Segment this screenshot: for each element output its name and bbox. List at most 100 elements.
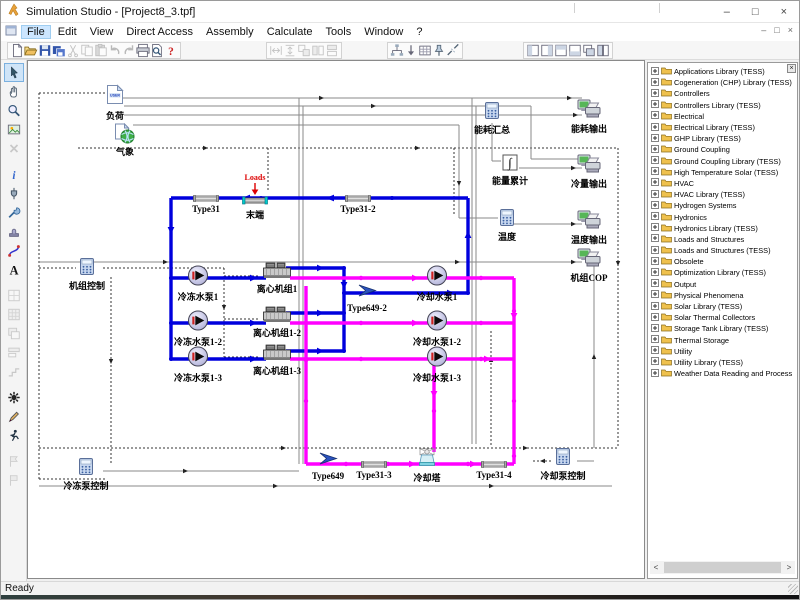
mdi-minimize-button[interactable]: – [761, 25, 766, 35]
same-size-icon[interactable] [297, 43, 311, 58]
probe-icon[interactable] [4, 184, 24, 203]
minimize-button[interactable]: – [724, 6, 730, 18]
node-chw-pump-2[interactable] [188, 310, 209, 336]
tree-item-controllers[interactable]: Controllers [648, 88, 797, 99]
panel-close-icon[interactable]: × [787, 64, 796, 73]
tree-item-storage-tank-library-tess[interactable]: Storage Tank Library (TESS) [648, 323, 797, 334]
node-temperature-output[interactable] [577, 210, 601, 234]
tree-item-hydrogen-systems[interactable]: Hydrogen Systems [648, 200, 797, 211]
tree-item-solar-thermal-collectors[interactable]: Solar Thermal Collectors [648, 312, 797, 323]
node-chiller-3[interactable] [263, 345, 291, 366]
same-width-icon[interactable] [325, 43, 339, 58]
expand-plus-icon[interactable] [651, 313, 659, 323]
scroll-right-arrow[interactable]: > [783, 561, 795, 574]
expand-plus-icon[interactable] [651, 167, 659, 177]
node-diverter-type649[interactable] [319, 451, 338, 472]
tree-item-controllers-library-tess[interactable]: Controllers Library (TESS) [648, 100, 797, 111]
pen-icon[interactable] [4, 407, 24, 426]
tree-item-cogeneration-chp-library-tess[interactable]: Cogeneration (CHP) Library (TESS) [648, 77, 797, 88]
save-icon[interactable] [38, 43, 52, 58]
info-icon[interactable]: i [4, 165, 24, 184]
copy-icon[interactable] [80, 43, 94, 58]
open-icon[interactable] [24, 43, 38, 58]
tree-item-utility[interactable]: Utility [648, 346, 797, 357]
node-chw-pump-3[interactable] [188, 346, 209, 372]
tree-item-applications-library-tess[interactable]: Applications Library (TESS) [648, 66, 797, 77]
tree-item-ghp-library-tess[interactable]: GHP Library (TESS) [648, 133, 797, 144]
tree-item-output[interactable]: Output [648, 279, 797, 290]
expand-plus-icon[interactable] [651, 201, 659, 211]
tree-item-solar-library-tess[interactable]: Solar Library (TESS) [648, 301, 797, 312]
menu-view[interactable]: View [84, 25, 120, 39]
menu-window[interactable]: Window [358, 25, 409, 39]
node-chw-pump-control[interactable] [79, 458, 93, 480]
tree-item-thermal-storage[interactable]: Thermal Storage [648, 335, 797, 346]
node-cw-pump-control[interactable] [556, 448, 570, 470]
expand-plus-icon[interactable] [651, 190, 659, 200]
expand-plus-icon[interactable] [651, 67, 659, 77]
text-icon[interactable]: A [4, 260, 24, 279]
window-cascade-icon[interactable] [582, 43, 596, 58]
scroll-thumb[interactable] [664, 562, 781, 573]
grid-1-icon[interactable] [4, 286, 24, 305]
expand-plus-icon[interactable] [651, 78, 659, 88]
table-icon[interactable] [418, 43, 432, 58]
node-diverter-type649-2[interactable] [358, 283, 377, 304]
tree-item-utility-library-tess[interactable]: Utility Library (TESS) [648, 357, 797, 368]
node-energy-output[interactable] [577, 99, 601, 123]
tree-item-hvac-library-tess[interactable]: HVAC Library (TESS) [648, 189, 797, 200]
node-cooling-output[interactable] [577, 154, 601, 178]
grid-2-icon[interactable] [4, 305, 24, 324]
resize-grip[interactable] [788, 584, 798, 594]
pan-icon[interactable] [4, 82, 24, 101]
tree-item-loads-and-structures-tess[interactable]: Loads and Structures (TESS) [648, 245, 797, 256]
same-height-icon[interactable] [311, 43, 325, 58]
tree-item-electrical-library-tess[interactable]: Electrical Library (TESS) [648, 122, 797, 133]
print-icon[interactable] [136, 43, 150, 58]
delete-icon[interactable] [4, 139, 24, 158]
link-icon[interactable] [4, 241, 24, 260]
expand-plus-icon[interactable] [651, 123, 659, 133]
align-center-h-icon[interactable] [269, 43, 283, 58]
stamp-icon[interactable] [4, 222, 24, 241]
node-energy-summary[interactable] [485, 102, 499, 124]
cut-icon[interactable] [66, 43, 80, 58]
expand-plus-icon[interactable] [651, 324, 659, 334]
print-preview-icon[interactable] [150, 43, 164, 58]
align-center-v-icon[interactable] [283, 43, 297, 58]
zoom-icon[interactable] [4, 101, 24, 120]
node-energy-integrator[interactable]: ∫ [503, 155, 518, 176]
tree-horizontal-scrollbar[interactable]: < > [650, 561, 795, 574]
node-unit-cop-output[interactable] [577, 248, 601, 272]
mdi-close-button[interactable]: × [788, 25, 793, 35]
expand-plus-icon[interactable] [651, 111, 659, 121]
expand-plus-icon[interactable] [651, 234, 659, 244]
tree-item-hydronics[interactable]: Hydronics [648, 211, 797, 222]
layers-icon[interactable] [4, 324, 24, 343]
snapshot-icon[interactable] [4, 120, 24, 139]
zigzag-icon[interactable] [446, 43, 460, 58]
node-unit-control[interactable] [80, 258, 94, 280]
expand-plus-icon[interactable] [651, 156, 659, 166]
expand-plus-icon[interactable] [651, 257, 659, 267]
expand-plus-icon[interactable] [651, 212, 659, 222]
new-icon[interactable] [10, 43, 24, 58]
tree-item-hydronics-library-tess[interactable]: Hydronics Library (TESS) [648, 223, 797, 234]
align-icon[interactable] [4, 343, 24, 362]
expand-plus-icon[interactable] [651, 145, 659, 155]
menu-assembly[interactable]: Assembly [200, 25, 260, 39]
connect-icon[interactable] [4, 362, 24, 381]
node-cw-pump-2[interactable] [427, 310, 448, 336]
node-cooling-tower[interactable] [417, 448, 437, 472]
node-chiller-1[interactable] [263, 263, 291, 284]
expand-plus-icon[interactable] [651, 346, 659, 356]
undo-icon[interactable] [108, 43, 122, 58]
help-icon[interactable]: ? [164, 43, 178, 58]
expand-plus-icon[interactable] [651, 100, 659, 110]
tree-item-ground-coupling-library-tess[interactable]: Ground Coupling Library (TESS) [648, 156, 797, 167]
menu-file[interactable]: File [21, 25, 51, 39]
expand-plus-icon[interactable] [651, 268, 659, 278]
close-button[interactable]: × [781, 6, 787, 18]
tree-item-ground-coupling[interactable]: Ground Coupling [648, 144, 797, 155]
scroll-left-arrow[interactable]: < [650, 561, 662, 574]
